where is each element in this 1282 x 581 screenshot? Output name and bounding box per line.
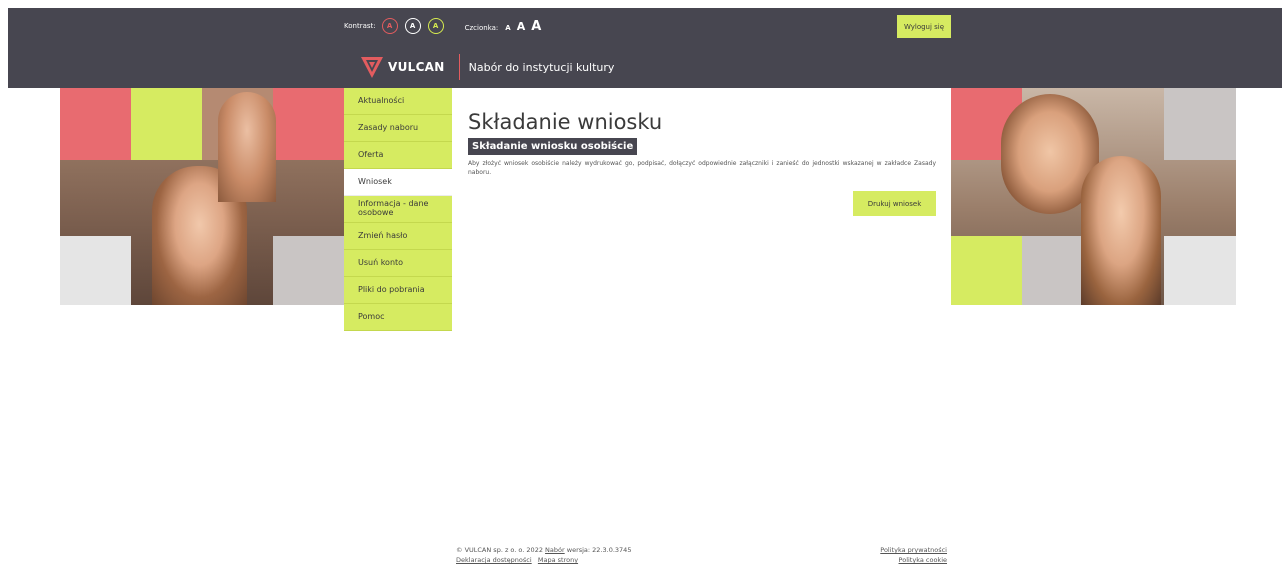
page-title: Składanie wniosku — [468, 110, 663, 134]
section-title: Składanie wniosku osobiście — [468, 138, 638, 155]
app-title: Nabór do instytucji kultury — [468, 60, 615, 74]
footer-links-line: Deklaracja dostępności Mapa strony — [456, 555, 631, 565]
print-application-button[interactable]: Drukuj wniosek — [853, 191, 936, 216]
font-size-label: Czcionka: — [464, 23, 499, 32]
left-banner-image — [60, 88, 344, 305]
font-size-small-button[interactable]: A — [505, 24, 510, 32]
page-frame: Kontrast: A A A Czcionka: A A A Wyloguj … — [8, 8, 1282, 581]
contrast-default-button[interactable]: A — [381, 18, 398, 34]
vulcan-logo-text: VULCAN — [388, 60, 445, 74]
sidebar-item-pomoc[interactable]: Pomoc — [344, 304, 452, 331]
top-header: Kontrast: A A A Czcionka: A A A Wyloguj … — [8, 8, 1282, 88]
sidebar-menu: Aktualności Zasady naboru Oferta Wniosek… — [344, 88, 452, 331]
cookie-policy-link[interactable]: Polityka cookie — [846, 555, 947, 565]
right-banner-image — [951, 88, 1236, 305]
sidebar-item-usun-konto[interactable]: Usuń konto — [344, 250, 452, 277]
sidebar-item-zasady-naboru[interactable]: Zasady naboru — [344, 115, 452, 142]
footer-version-line: © VULCAN sp. z o. o. 2022 Nabór wersja: … — [456, 545, 631, 555]
sidebar-item-oferta[interactable]: Oferta — [344, 142, 452, 169]
footer-left: © VULCAN sp. z o. o. 2022 Nabór wersja: … — [456, 545, 631, 565]
contrast-label: Kontrast: — [344, 22, 376, 30]
brand-separator — [458, 54, 460, 80]
brand-bar: VULCAN Nabór do instytucji kultury — [361, 52, 614, 82]
sidebar-item-wniosek[interactable]: Wniosek — [344, 169, 452, 196]
sidebar-item-informacja-dane-osobowe[interactable]: Informacja - dane osobowe — [344, 196, 452, 223]
vulcan-logo-icon — [361, 57, 383, 78]
sidebar-item-pliki-do-pobrania[interactable]: Pliki do pobrania — [344, 277, 452, 304]
main-content: Składanie wniosku Składanie wniosku osob… — [468, 88, 936, 216]
sitemap-link[interactable]: Mapa strony — [538, 556, 578, 564]
font-size-medium-button[interactable]: A — [517, 20, 526, 33]
nabor-link[interactable]: Nabór — [545, 546, 565, 554]
version-text: wersja: 22.3.0.3745 — [566, 546, 632, 554]
footer-right: Polityka prywatności Polityka cookie — [846, 545, 947, 565]
instructions-text: Aby złożyć wniosek osobiście należy wydr… — [468, 160, 936, 176]
accessibility-bar: Kontrast: A A A Czcionka: A A A — [344, 17, 547, 35]
accessibility-declaration-link[interactable]: Deklaracja dostępności — [456, 556, 532, 564]
privacy-policy-link[interactable]: Polityka prywatności — [846, 545, 947, 555]
font-size-large-button[interactable]: A — [531, 19, 541, 34]
sidebar-item-aktualnosci[interactable]: Aktualności — [344, 88, 452, 115]
sidebar-item-zmien-haslo[interactable]: Zmień hasło — [344, 223, 452, 250]
contrast-yellow-black-button[interactable]: A — [427, 18, 444, 34]
copyright-text: © VULCAN sp. z o. o. 2022 — [456, 546, 543, 554]
contrast-black-white-button[interactable]: A — [404, 18, 421, 34]
font-size-controls: Czcionka: A A A — [465, 19, 548, 34]
logout-button[interactable]: Wyloguj się — [897, 15, 951, 38]
